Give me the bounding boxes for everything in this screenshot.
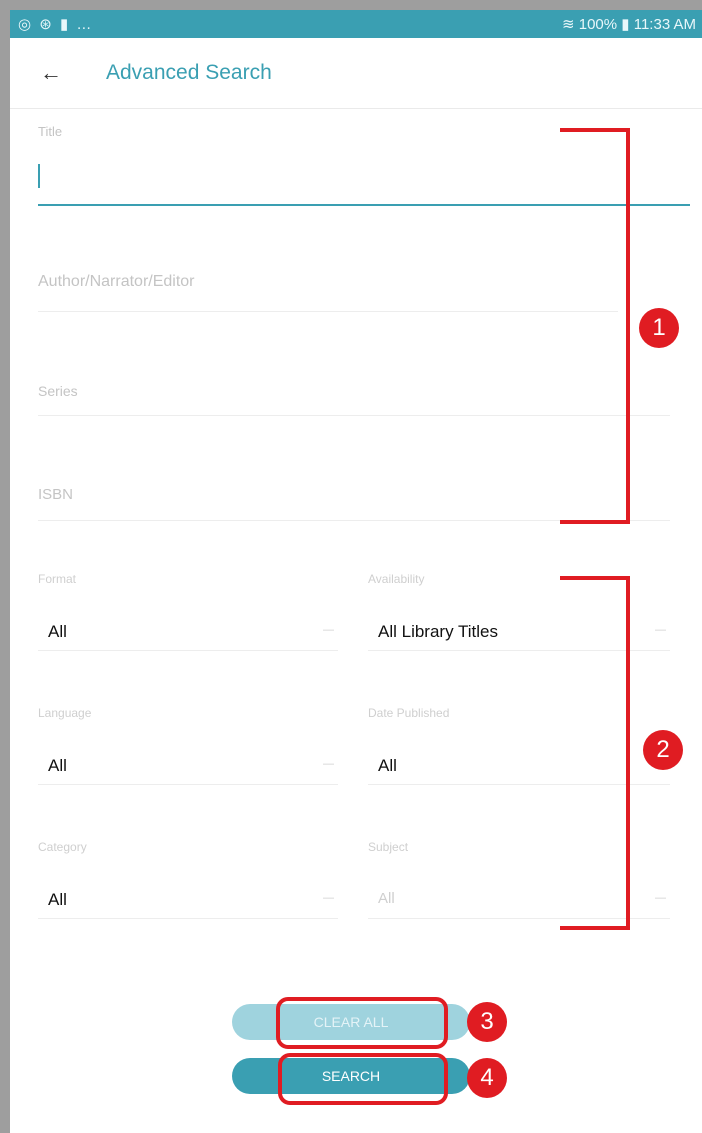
annotation-bracket-2 bbox=[560, 576, 630, 930]
dropdown-icon: — bbox=[655, 624, 666, 636]
language-select[interactable]: All — bbox=[38, 748, 338, 785]
format-value: All bbox=[48, 622, 67, 641]
annotation-badge-4: 4 bbox=[467, 1058, 507, 1098]
format-label: Format bbox=[38, 572, 77, 586]
format-select[interactable]: All — bbox=[38, 614, 338, 651]
back-arrow-icon[interactable]: ← bbox=[40, 60, 62, 86]
status-right: ≋ 100% ▮ 11:33 AM bbox=[562, 15, 696, 33]
annotation-bracket-1 bbox=[560, 128, 630, 524]
battery-icon: ▮ bbox=[621, 16, 630, 33]
category-select[interactable]: All — bbox=[38, 882, 338, 919]
author-input[interactable]: Author/Narrator/Editor bbox=[38, 273, 618, 312]
status-bar: ◎ ⊛ ▮ … ≋ 100% ▮ 11:33 AM bbox=[10, 10, 702, 38]
annotation-highlight-clear bbox=[276, 997, 448, 1049]
annotation-badge-2: 2 bbox=[643, 730, 683, 770]
dropdown-icon: — bbox=[655, 892, 666, 904]
title-label: Title bbox=[38, 124, 63, 139]
category-label: Category bbox=[38, 840, 87, 854]
battery-level: 100% bbox=[578, 16, 618, 33]
date-published-label: Date Published bbox=[368, 706, 450, 720]
category-value: All bbox=[48, 890, 67, 909]
dropdown-icon: — bbox=[323, 624, 334, 636]
availability-label: Availability bbox=[368, 572, 425, 586]
annotation-badge-1: 1 bbox=[639, 308, 679, 348]
author-placeholder: Author/Narrator/Editor bbox=[38, 273, 195, 290]
dropdown-icon: — bbox=[323, 758, 334, 770]
series-placeholder: Series bbox=[38, 383, 78, 399]
app-bar: ← Advanced Search bbox=[10, 38, 702, 109]
dropdown-icon: — bbox=[323, 892, 334, 904]
annotation-highlight-search bbox=[278, 1053, 448, 1105]
date-published-value: All bbox=[378, 756, 397, 775]
wifi-icon: ≋ bbox=[562, 16, 575, 33]
text-caret bbox=[38, 164, 40, 188]
device-frame-left bbox=[0, 0, 10, 1133]
language-label: Language bbox=[38, 706, 92, 720]
availability-value: All Library Titles bbox=[378, 622, 498, 641]
isbn-placeholder: ISBN bbox=[38, 486, 74, 503]
subject-value: All bbox=[378, 890, 395, 907]
clock: 11:33 AM bbox=[633, 16, 696, 33]
subject-label: Subject bbox=[368, 840, 409, 854]
annotation-badge-3: 3 bbox=[467, 1002, 507, 1042]
device-frame-top bbox=[0, 0, 702, 10]
language-value: All bbox=[48, 756, 67, 775]
page-title: Advanced Search bbox=[106, 61, 272, 84]
status-icons: ◎ ⊛ ▮ … bbox=[18, 16, 94, 33]
